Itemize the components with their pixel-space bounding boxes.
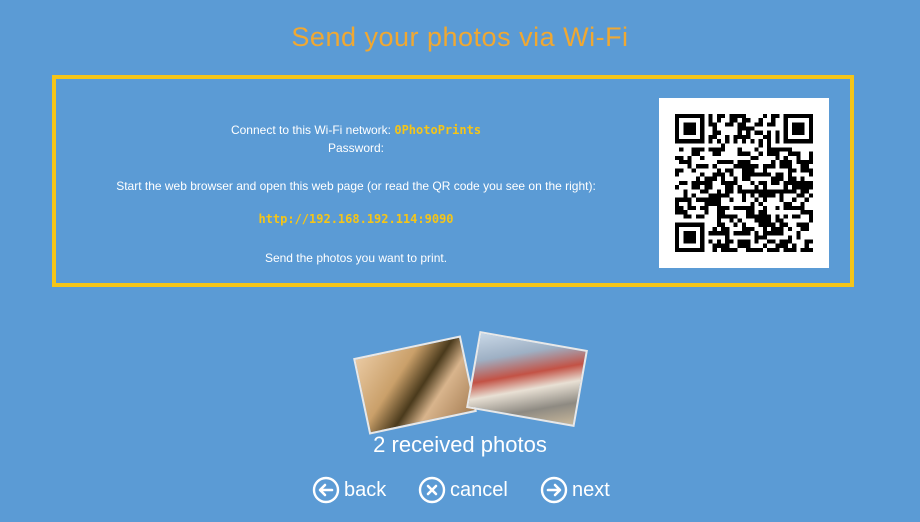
network-name: 0PhotoPrints [394, 123, 482, 137]
instructions: Connect to this Wi-Fi network: 0PhotoPri… [56, 79, 656, 283]
received-photos-stack [352, 331, 592, 442]
navigation-bar: back cancel next [0, 473, 920, 507]
password-label: Password: [327, 141, 385, 155]
browser-instructions: Start the web browser and open this web … [116, 179, 596, 193]
received-photo-thumbnail [353, 335, 477, 435]
qr-code [659, 98, 829, 268]
x-circle-icon [418, 476, 446, 504]
network-line: Connect to this Wi-Fi network: 0PhotoPri… [56, 123, 656, 137]
wifi-info-panel: Connect to this Wi-Fi network: 0PhotoPri… [52, 75, 854, 287]
received-count: 2 received photos [373, 432, 547, 457]
cancel-label: cancel [450, 478, 508, 501]
server-url: http://192.168.192.114:9090 [258, 212, 454, 226]
next-label: next [572, 478, 610, 501]
next-button[interactable]: next [540, 473, 610, 507]
send-instructions: Send the photos you want to print. [264, 251, 448, 265]
arrow-left-circle-icon [312, 476, 340, 504]
qr-code-image [675, 114, 813, 252]
page-title: Send your photos via Wi-Fi [291, 22, 629, 52]
back-label: back [344, 478, 387, 501]
back-button[interactable]: back [312, 473, 386, 507]
network-prefix: Connect to this Wi-Fi network: [230, 123, 395, 137]
cancel-button[interactable]: cancel [418, 473, 508, 507]
arrow-right-circle-icon [540, 476, 568, 504]
received-photo-thumbnail [466, 331, 588, 427]
